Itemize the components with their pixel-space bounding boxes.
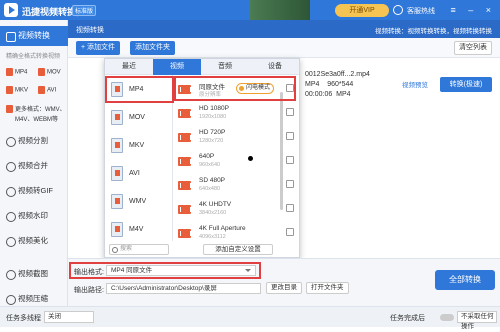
- output-path-field[interactable]: C:\Users\Administrator\Desktop\录屏: [106, 283, 261, 294]
- format-item-mp4[interactable]: MP4: [107, 77, 171, 103]
- format-item-avi[interactable]: AVI: [107, 161, 171, 187]
- status-bar: 任务多线程 关闭 任务完成后 不采取任何操作: [0, 306, 500, 330]
- mov-file-icon: [111, 110, 123, 125]
- video-preview-button[interactable]: 视频预览: [402, 79, 428, 89]
- file-duration: 00:00:06: [305, 91, 333, 98]
- mp4-file-icon: [111, 82, 123, 97]
- clear-list-button[interactable]: 清空列表: [454, 41, 492, 55]
- film-icon: [178, 205, 191, 214]
- page-title: 视频转换: [76, 27, 104, 34]
- tab-recent[interactable]: 最近: [105, 59, 153, 75]
- sidebar-format-mov[interactable]: MOV: [38, 68, 61, 76]
- add-folder-button[interactable]: 添加文件夹: [130, 41, 175, 55]
- wmv-file-icon: [111, 194, 123, 209]
- multithread-label: 任务多线程: [6, 315, 41, 322]
- film-icon: [178, 85, 191, 94]
- preset-item[interactable]: 4K Full Aperture 4096x3112: [174, 221, 299, 241]
- mkv-file-icon: [111, 138, 123, 153]
- format-tabs: 最近 视频 音频 设备: [105, 59, 299, 75]
- edit-icon[interactable]: [286, 180, 294, 188]
- service-icon[interactable]: [393, 5, 403, 15]
- mov-icon: [38, 68, 45, 76]
- open-folder-button[interactable]: 打开文件夹: [306, 282, 349, 294]
- format-item-m4v[interactable]: M4V: [107, 217, 171, 241]
- convert-file-button[interactable]: 转换(极速): [440, 77, 492, 92]
- format-item-wmv[interactable]: WMV: [107, 189, 171, 215]
- sidebar-item-split[interactable]: 视频分割: [0, 132, 68, 150]
- service-label[interactable]: 客服热线: [407, 6, 435, 16]
- file-name: 0012Se3a0ff...2.mp4: [305, 71, 370, 78]
- format-item-mkv[interactable]: MKV: [107, 133, 171, 159]
- edit-icon[interactable]: [286, 204, 294, 212]
- avi-file-icon: [111, 166, 123, 181]
- mp4-icon: [6, 68, 13, 76]
- preset-scrollbar[interactable]: [280, 92, 283, 210]
- top-bar: 视频转换 视频转换：视频转换转换，视频转换转换: [68, 20, 500, 38]
- film-icon: [178, 181, 191, 190]
- sidebar-item-video-convert[interactable]: 视频转换: [0, 26, 68, 46]
- after-task-label: 任务完成后: [390, 315, 425, 322]
- output-path-label: 输出路径:: [74, 287, 104, 294]
- output-format-label: 输出格式:: [74, 269, 104, 276]
- flash-mode-badge[interactable]: 闪电模式: [236, 83, 275, 94]
- breadcrumb: 视频转换：视频转换转换，视频转换转换: [375, 28, 492, 35]
- mkv-icon: [6, 86, 13, 94]
- format-list: MP4 MOV MKV AVI WMV M4V: [105, 75, 173, 241]
- more-formats-icon: [6, 105, 13, 114]
- edit-icon[interactable]: [286, 228, 294, 236]
- convert-all-button[interactable]: 全部转换: [435, 270, 495, 290]
- film-icon: [178, 229, 191, 238]
- file-info: 0012Se3a0ff...2.mp4 MP4 960*544 00:00:06…: [305, 70, 370, 100]
- add-file-button[interactable]: + 添加文件: [76, 41, 121, 55]
- vip-button[interactable]: 开通VIP: [335, 4, 389, 17]
- after-task-toggle[interactable]: [440, 314, 454, 321]
- film-icon: [178, 157, 191, 166]
- output-format-select[interactable]: MP4 同原文件: [106, 265, 256, 276]
- toolbar: + 添加文件 添加文件夹 清空列表: [68, 38, 500, 58]
- sidebar-item-watermark[interactable]: 视频水印: [0, 207, 68, 225]
- sidebar: 视频转换 精确全格式转换视频 MP4 MOV MKV AVI 更多格式：WMV、…: [0, 20, 68, 306]
- multithread-select[interactable]: 关闭: [44, 311, 94, 323]
- edit-icon[interactable]: [286, 156, 294, 164]
- sidebar-format-mkv[interactable]: MKV: [6, 86, 28, 94]
- edit-icon[interactable]: [286, 132, 294, 140]
- change-directory-button[interactable]: 更改目录: [266, 282, 302, 294]
- tab-video[interactable]: 视频: [153, 59, 201, 75]
- sidebar-format-avi[interactable]: AVI: [38, 86, 56, 94]
- sidebar-item-beautify[interactable]: 视频美化: [0, 232, 68, 250]
- sidebar-item-screenshot[interactable]: 视频截图: [0, 265, 68, 283]
- format-item-mov[interactable]: MOV: [107, 105, 171, 131]
- format-popup: 最近 视频 音频 设备 MP4 MOV MKV AVI WMV M4V 同原文件…: [104, 58, 300, 258]
- edit-icon[interactable]: [286, 84, 294, 92]
- add-custom-setting-button[interactable]: 添加自定义设置: [203, 244, 273, 255]
- banner-image[interactable]: [250, 0, 310, 20]
- sidebar-item-gif[interactable]: 视频转GIF: [0, 182, 68, 200]
- sidebar-more-formats-2[interactable]: M4V、WEBM等: [15, 114, 58, 123]
- window-controls[interactable]: ≡ – ×: [450, 5, 496, 15]
- tab-audio[interactable]: 音频: [201, 59, 249, 75]
- file-resolution: 960*544: [327, 81, 354, 88]
- avi-icon: [38, 86, 45, 94]
- film-icon: [178, 109, 191, 118]
- format-search-input[interactable]: 搜索: [109, 244, 169, 255]
- sidebar-format-mp4[interactable]: MP4: [6, 68, 27, 76]
- m4v-file-icon: [111, 222, 123, 237]
- tab-device[interactable]: 设备: [251, 59, 299, 75]
- after-task-select[interactable]: 不采取任何操作: [457, 311, 497, 330]
- sidebar-more-formats[interactable]: 更多格式：WMV、: [6, 104, 66, 114]
- film-icon: [178, 133, 191, 142]
- app-logo-icon: [4, 3, 18, 17]
- cursor-dot: [248, 156, 253, 161]
- title-bar: 迅捷视频转换器 标准版 开通VIP 客服热线 ≡ – ×: [0, 0, 500, 20]
- sidebar-sub-label: 精确全格式转换视频: [6, 54, 61, 60]
- file-format: MP4: [305, 81, 320, 88]
- version-badge: 标准版: [72, 5, 97, 16]
- edit-icon[interactable]: [286, 108, 294, 116]
- file-target-format: MP4: [336, 91, 351, 98]
- sidebar-item-merge[interactable]: 视频合并: [0, 157, 68, 175]
